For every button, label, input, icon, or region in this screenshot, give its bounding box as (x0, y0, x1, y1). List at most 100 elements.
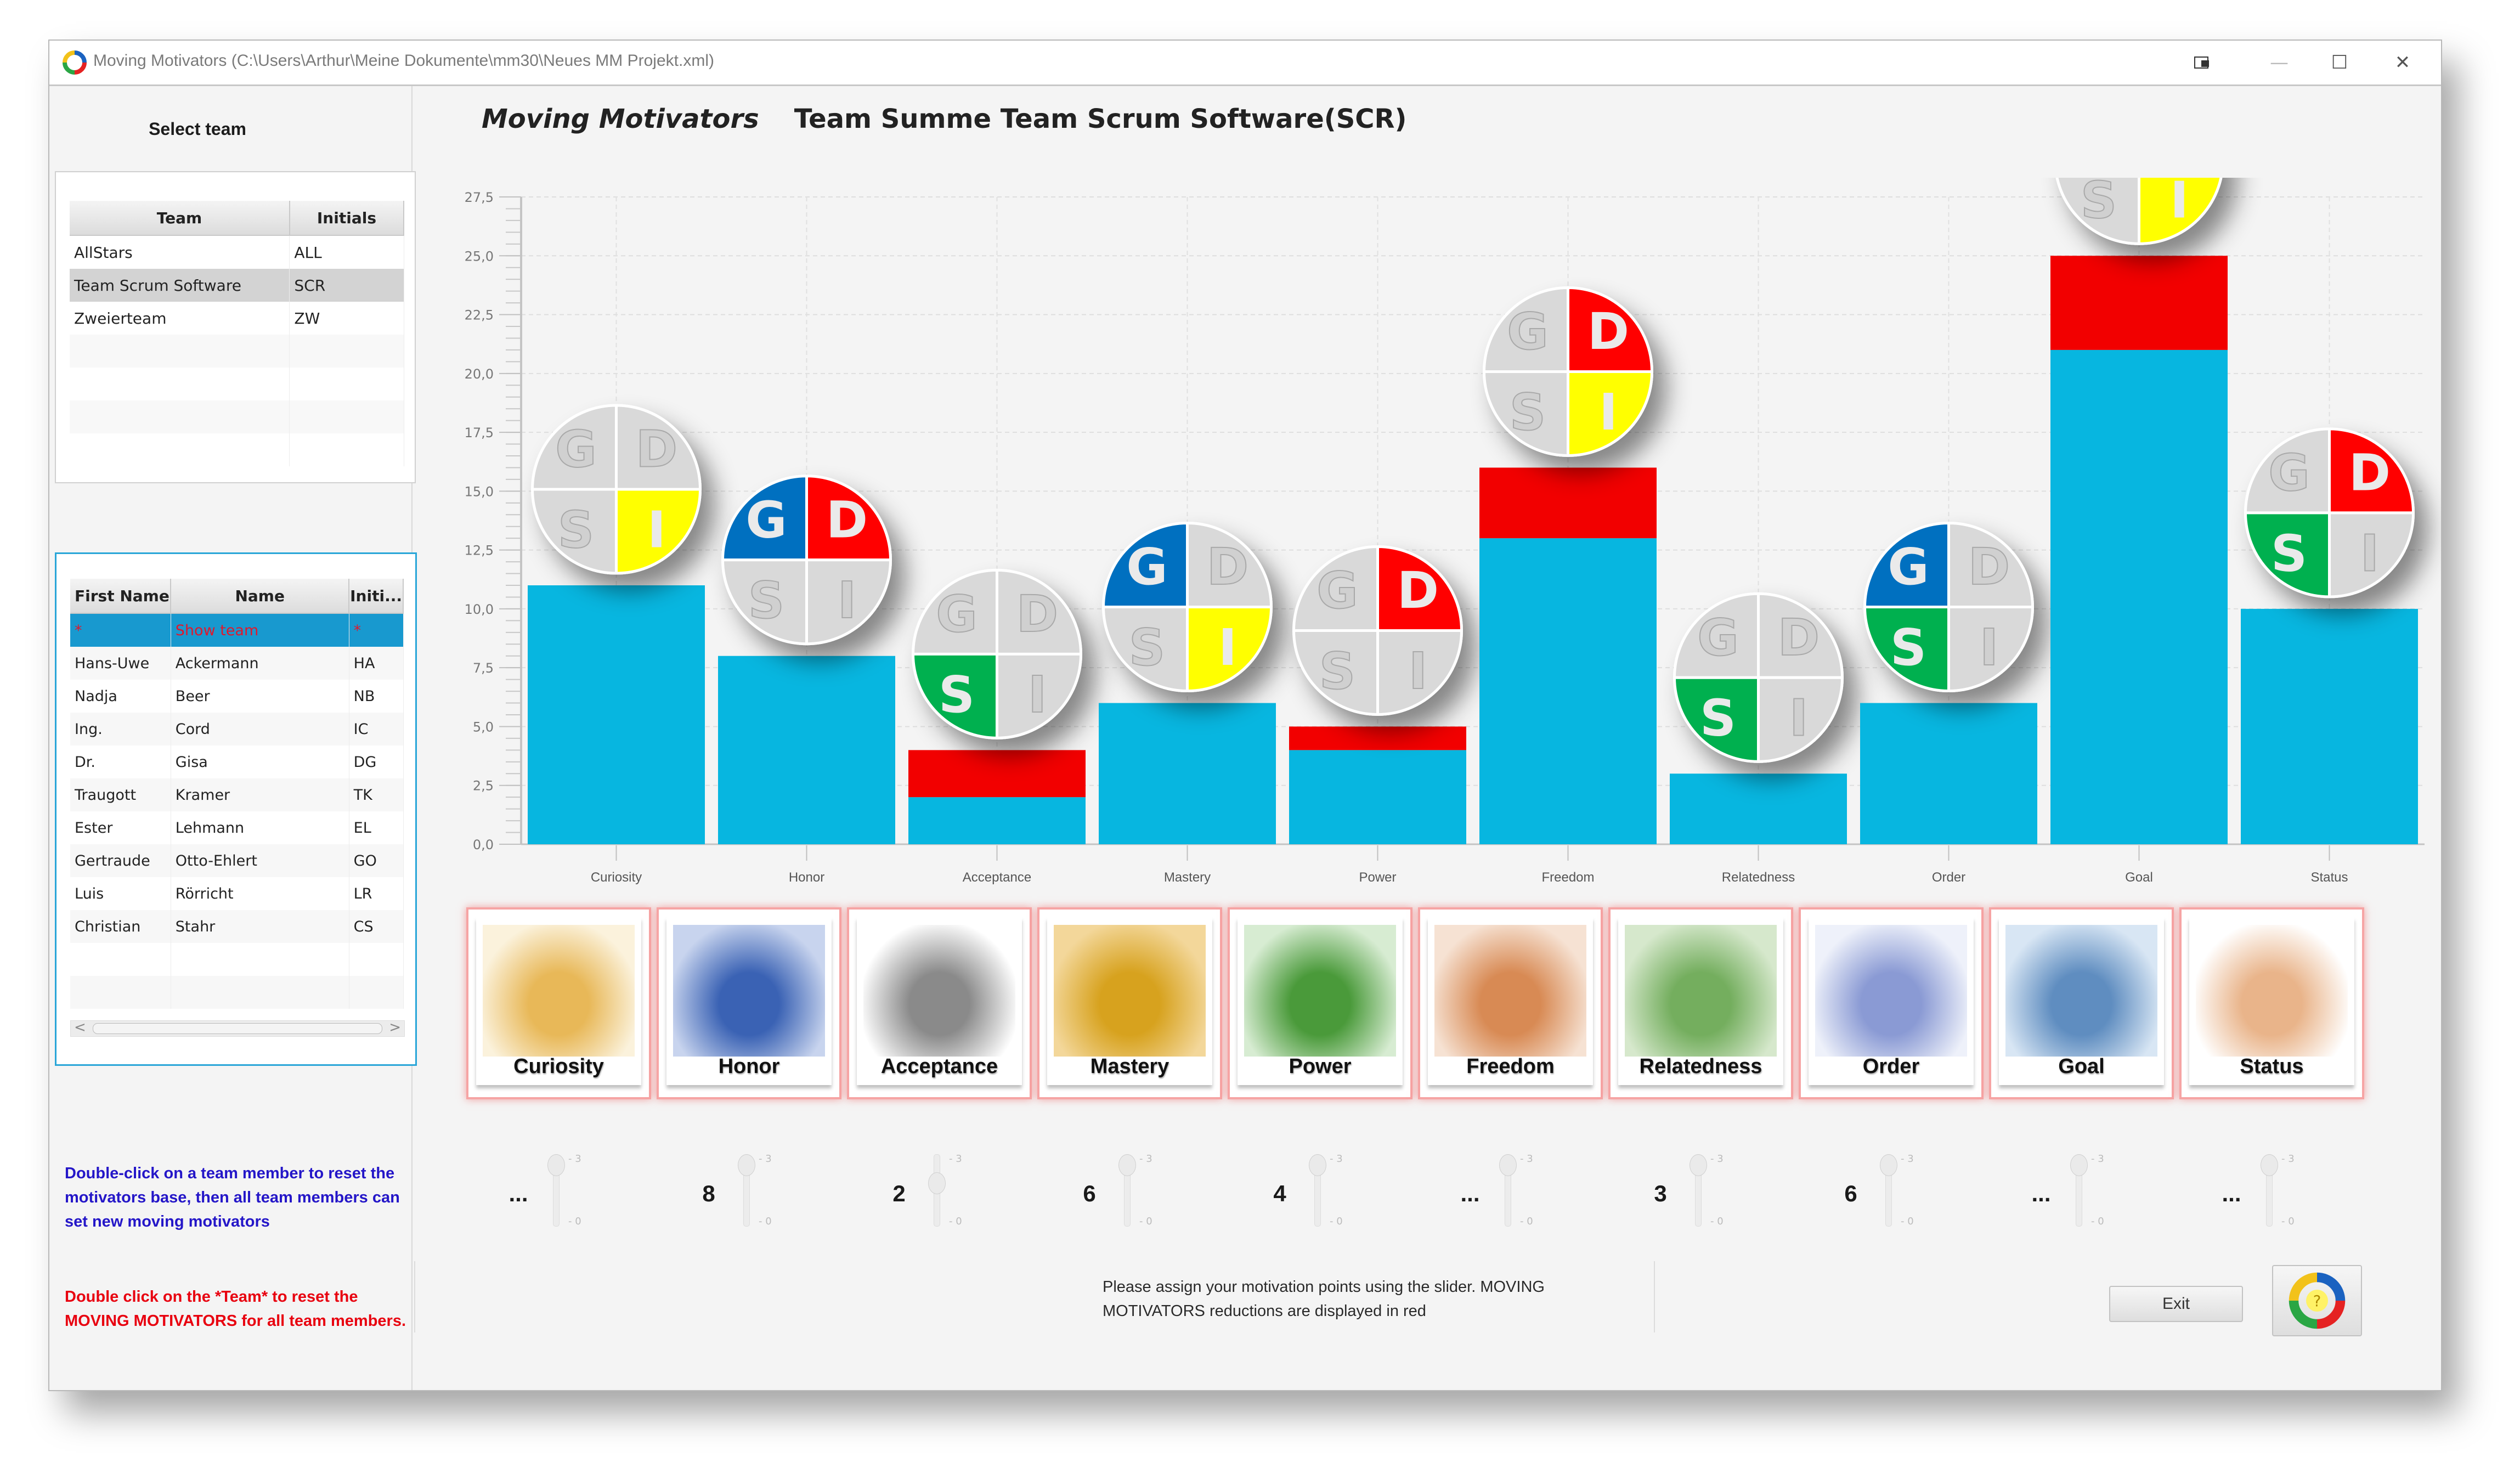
slider-thumb[interactable] (1690, 1154, 1707, 1176)
empty-row (70, 335, 404, 368)
bar-points-curiosity (528, 585, 705, 844)
slider-thumb[interactable] (2070, 1154, 2088, 1176)
horizontal-scrollbar[interactable]: < > (70, 1019, 405, 1037)
exit-button[interactable]: Exit (2109, 1286, 2243, 1322)
motivator-card-mastery[interactable]: Mastery (1037, 907, 1222, 1099)
member-name-cell: Gisa (171, 746, 349, 778)
scrollbar-thumb[interactable] (93, 1023, 382, 1034)
gdsi-letter-d: D (636, 420, 677, 479)
team-row[interactable]: Zweierteam ZW (70, 302, 404, 335)
slider-max-label: - 3 (2091, 1153, 2104, 1165)
bar-points-acceptance (908, 797, 1086, 844)
scroll-left-icon[interactable]: < (74, 1019, 86, 1036)
motivator-card-curiosity[interactable]: Curiosity (466, 907, 651, 1099)
motivator-card-goal[interactable]: Goal (1989, 907, 2174, 1099)
motivation-points-value: 6 (1083, 1181, 1096, 1206)
motivation-points-value: 6 (1844, 1181, 1857, 1206)
team-reset-hint: Double click on the *Team* to reset the … (65, 1288, 406, 1330)
column-header-first-name[interactable]: First Name (70, 579, 172, 614)
member-row[interactable]: Traugott Kramer TK (70, 778, 404, 811)
team-name-cell: Team Scrum Software (70, 269, 290, 302)
motivator-card-freedom[interactable]: Freedom (1418, 907, 1603, 1099)
member-name-cell: Cord (171, 713, 349, 746)
gdsi-letter-i: I (647, 500, 666, 559)
card-label: Power (1289, 1055, 1352, 1078)
member-first-name-cell: Ing. (70, 713, 171, 746)
slider-thumb[interactable] (2261, 1154, 2278, 1176)
slider-thumb[interactable] (1499, 1154, 1517, 1176)
empty-row (70, 368, 404, 400)
gdsi-letter-g: G (1697, 608, 1739, 667)
column-header-team[interactable]: Team (70, 201, 290, 236)
team-row[interactable]: AllStars ALL (70, 235, 404, 269)
member-row[interactable]: Christian Stahr CS (70, 910, 404, 943)
x-tick-label: Mastery (1164, 870, 1211, 885)
snap-layout-icon (2194, 57, 2209, 69)
slider-thumb[interactable] (738, 1154, 755, 1176)
person-on-pedestal-image (2196, 925, 2348, 1057)
slider-thumb[interactable] (1309, 1154, 1326, 1176)
slider-min-label: - 0 (1330, 1216, 1343, 1227)
column-header-initials[interactable]: Initi... (349, 579, 404, 614)
member-table-container: First Name Name Initi... * Show team * Hans… (55, 552, 417, 1066)
card-label: Mastery (1090, 1055, 1169, 1078)
card-face: Freedom (1428, 917, 1593, 1085)
empty-cell (70, 400, 290, 433)
handshake-image (1244, 925, 1396, 1057)
gdsi-letter-d: D (1207, 538, 1248, 596)
member-initials-cell: CS (349, 910, 404, 943)
member-initials-cell: DG (349, 746, 404, 778)
empty-cell (289, 433, 404, 466)
motivator-card-relatedness[interactable]: Relatedness (1608, 907, 1793, 1099)
scroll-right-icon[interactable]: > (389, 1019, 401, 1036)
motivator-sliders: ... - 3 - 0 8 - 3 - 0 2 - 3 - 0 6 - 3 - 0 4 - 3 - 0...… (466, 1143, 2364, 1253)
empty-row (70, 943, 404, 976)
bar-points-goal (2050, 349, 2228, 844)
member-row[interactable]: Nadja Beer NB (70, 680, 404, 713)
member-row[interactable]: Ester Lehmann EL (70, 811, 404, 844)
slider-thumb[interactable] (928, 1172, 946, 1195)
member-name-cell: Stahr (171, 910, 349, 943)
snap-layout-button[interactable] (2178, 46, 2227, 79)
member-row[interactable]: Hans-Uwe Ackermann HA (70, 647, 404, 680)
empty-row (70, 400, 404, 433)
member-row[interactable]: Luis Rörricht LR (70, 877, 404, 910)
slider-power: 4 - 3 - 0 (1228, 1143, 1412, 1253)
medals-image (673, 925, 825, 1057)
column-header-initials[interactable]: Initials (289, 201, 405, 236)
slider-max-label: - 3 (1139, 1153, 1152, 1165)
gdsi-letter-g: G (1126, 538, 1168, 596)
minimize-button[interactable]: — (2255, 46, 2304, 79)
help-button[interactable]: ? (2272, 1265, 2362, 1336)
motivator-card-honor[interactable]: Honor (657, 907, 841, 1099)
motivation-points-value: 8 (702, 1181, 715, 1206)
maximize-button[interactable]: ☐ (2315, 46, 2364, 79)
title-bar: Moving Motivators (C:\Users\Arthur\Meine… (49, 41, 2441, 86)
card-label: Relatedness (1639, 1055, 1762, 1078)
slider-thumb[interactable] (1118, 1154, 1136, 1176)
member-row[interactable]: Ing. Cord IC (70, 713, 404, 746)
member-initials-cell: NB (349, 680, 404, 713)
member-first-name-cell: Traugott (70, 778, 171, 811)
slider-thumb[interactable] (1880, 1154, 1897, 1176)
empty-cell (70, 368, 290, 400)
member-row[interactable]: Gertraude Otto-Ehlert GO (70, 844, 404, 877)
motivator-card-power[interactable]: Power (1228, 907, 1412, 1099)
app-logo-icon (63, 50, 87, 75)
divider (1654, 1261, 1655, 1332)
close-button[interactable]: ✕ (2378, 46, 2427, 79)
motivator-card-acceptance[interactable]: Acceptance (847, 907, 1032, 1099)
bar-points-honor (718, 656, 895, 844)
slider-min-label: - 0 (1710, 1216, 1724, 1227)
member-row[interactable]: * Show team * (70, 613, 404, 647)
bar-reduction-acceptance (908, 750, 1086, 798)
slider-thumb[interactable] (547, 1154, 565, 1176)
motivation-points-value: ... (2222, 1181, 2241, 1206)
card-face: Goal (1999, 917, 2164, 1085)
column-header-name[interactable]: Name (171, 579, 350, 614)
x-tick-label: Status (2310, 870, 2348, 885)
team-row[interactable]: Team Scrum Software SCR (70, 269, 404, 302)
motivator-card-status[interactable]: Status (2179, 907, 2364, 1099)
member-row[interactable]: Dr. Gisa DG (70, 746, 404, 778)
motivator-card-order[interactable]: Order (1799, 907, 1984, 1099)
